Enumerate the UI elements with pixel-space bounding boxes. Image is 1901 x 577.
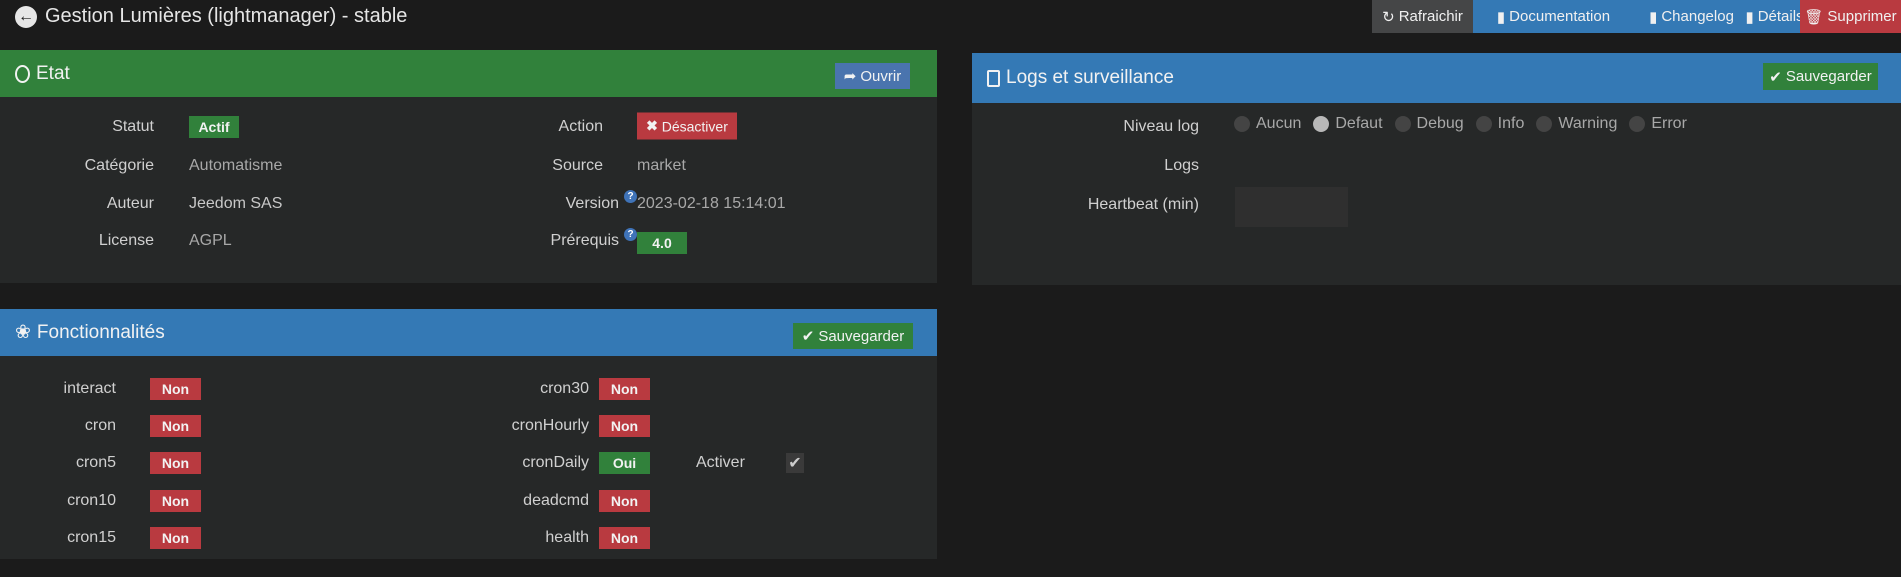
auteur-label: Auteur [106,195,154,212]
feature-label: interact [63,380,116,397]
feature-status-badge: Non [150,452,201,474]
radio-dot[interactable] [1394,116,1411,132]
file-icon [987,69,1000,87]
log-level-label: Niveau log [1123,118,1199,135]
book-icon: ▮ [1745,8,1754,26]
feature-label: cron15 [67,529,116,546]
feature-status-badge: Non [599,378,650,400]
book-icon: ▮ [1496,8,1506,26]
share-icon: ➦ [843,68,857,85]
open-button[interactable]: ➦ Ouvrir [835,63,910,89]
radio-dot[interactable] [1234,116,1250,132]
log-level-radio-defaut[interactable]: Defaut [1313,115,1383,133]
feature-label: cronHourly [511,417,589,434]
auteur-value: Jeedom SAS [189,195,283,212]
features-save-button[interactable]: ✔ Sauvegarder [793,323,913,349]
help-icon[interactable]: ? [624,228,637,241]
puzzle-icon: ❀ [15,322,31,343]
categorie-value: Automatisme [189,157,283,174]
feature-status-badge: Non [599,490,650,512]
etat-header: Etat [0,50,937,97]
documentation-button[interactable]: ▮ Documentation [1473,0,1634,33]
help-icon[interactable]: ? [624,190,637,203]
deactivate-button[interactable]: ✖ Désactiver [637,112,737,140]
close-icon: ✖ [646,117,658,134]
changelog-button[interactable]: ▮ Changelog [1634,0,1749,33]
prereq-label: Prérequis [550,232,619,249]
radio-label: Info [1497,115,1525,132]
book-icon: ▮ [1649,8,1658,26]
etat-title: Etat [36,62,70,84]
statut-label: Statut [112,118,154,135]
statut-badge: Actif [189,116,239,138]
feature-status-badge: Oui [599,452,650,474]
feature-label: deadcmd [523,492,589,509]
logs-title: Logs et surveillance [1006,67,1174,88]
feature-status-badge: Non [150,378,201,400]
refresh-button[interactable]: ↻ Rafraichir [1372,0,1473,33]
back-arrow-icon[interactable]: ← [15,5,37,28]
check-icon: ✔ [788,455,802,472]
log-level-radios: Aucun Defaut Debug Info Warning Error [1234,115,1699,133]
features-title: Fonctionnalités [36,321,165,343]
feature-status-badge: Non [599,527,650,549]
source-value: market [637,157,686,174]
radio-dot[interactable] [1475,116,1492,132]
prereq-badge: 4.0 [637,232,687,254]
top-bar: ← Gestion Lumières (lightmanager) - stab… [0,0,1901,34]
logs-header: Logs et surveillance [972,53,1901,103]
heartbeat-label: Heartbeat (min) [1087,196,1199,213]
log-level-radio-info[interactable]: Info [1475,115,1525,133]
source-label: Source [552,157,603,174]
categorie-label: Catégorie [84,157,154,174]
feature-label: cron [84,417,116,434]
logs-panel: Logs et surveillance ✔ Sauvegarder Niveau… [972,53,1901,285]
radio-label: Warning [1558,115,1618,132]
etat-panel: Etat ➦ Ouvrir Statut Actif Catégorie Auto… [0,50,937,283]
logs-label: Logs [1164,157,1199,174]
feature-status-badge: Non [150,490,201,512]
features-panel: ❀ Fonctionnalités ✔ Sauvegarder interact N… [0,309,937,559]
feature-label: cron5 [75,454,116,471]
feature-label: health [545,529,589,546]
radio-label: Aucun [1256,115,1302,132]
license-label: License [98,232,154,249]
license-value: AGPL [189,232,232,249]
version-value: 2023-02-18 15:14:01 [637,195,786,212]
feature-status-badge: Non [599,415,650,437]
feature-label: cron30 [540,380,589,397]
activer-checkbox[interactable]: ✔ [786,453,804,473]
refresh-icon: ↻ [1382,8,1395,26]
heartbeat-input[interactable] [1235,187,1348,227]
feature-status-badge: Non [150,527,201,549]
radio-label: Debug [1416,115,1464,132]
feature-label: cron10 [67,492,116,509]
check-circle-icon: ✔ [1769,68,1782,86]
radio-dot[interactable] [1313,116,1330,132]
logs-save-button[interactable]: ✔ Sauvegarder [1763,63,1878,90]
details-button[interactable]: ▮ Détails [1745,0,1804,33]
page-title: ← Gestion Lumières (lightmanager) - stab… [15,5,407,28]
radio-label: Error [1651,115,1687,132]
feature-status-badge: Non [150,415,201,437]
feature-label: cronDaily [522,454,589,471]
radio-dot[interactable] [1629,116,1646,132]
trash-icon: 🗑 [1804,8,1824,26]
radio-dot[interactable] [1536,116,1553,132]
log-level-radio-aucun[interactable]: Aucun [1234,115,1301,133]
radio-label: Defaut [1335,115,1383,132]
check-circle-icon: ✔ [801,328,815,345]
log-level-radio-error[interactable]: Error [1629,115,1687,133]
action-label: Action [558,118,603,135]
delete-button[interactable]: 🗑 Supprimer [1800,0,1901,33]
activer-label: Activer [696,454,745,471]
circle-notch-icon [15,64,30,83]
version-label: Version [565,195,619,212]
title-text: Gestion Lumières (lightmanager) - stable [45,5,408,27]
log-level-radio-warning[interactable]: Warning [1536,115,1617,133]
log-level-radio-debug[interactable]: Debug [1394,115,1464,133]
